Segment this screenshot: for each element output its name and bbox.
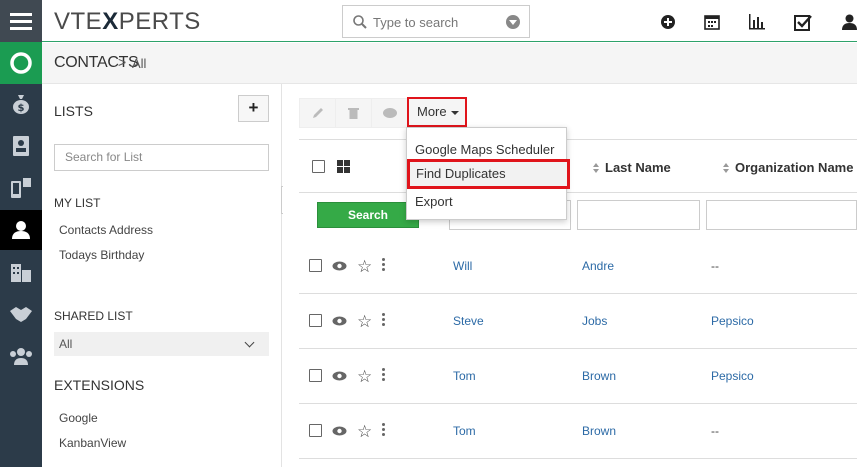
column-header-organization[interactable]: Organization Name	[723, 160, 853, 175]
column-header-last-name[interactable]: Last Name	[593, 160, 671, 175]
extension-item[interactable]: Google	[59, 411, 98, 425]
lists-sidebar: LISTS + Search for List MY LIST Contacts…	[42, 84, 282, 467]
chevron-down-icon	[244, 337, 255, 348]
filter-organization-input[interactable]	[706, 200, 857, 230]
search-button[interactable]: Search	[317, 202, 419, 228]
money-bag-icon[interactable]: $	[0, 84, 42, 124]
vtexperts-logo[interactable]: VTEXPERTS	[54, 8, 201, 36]
lists-heading: LISTS	[54, 103, 93, 119]
breadcrumb: CONTACTS > All	[42, 43, 857, 84]
organizations-icon[interactable]	[0, 252, 42, 292]
list-search-input[interactable]: Search for List	[54, 144, 269, 171]
organization-cell[interactable]: Pepsico	[711, 314, 754, 328]
eye-icon[interactable]	[332, 426, 347, 436]
more-label: More	[417, 104, 447, 119]
last-name-cell[interactable]: Andre	[582, 259, 614, 273]
comment-button[interactable]	[371, 98, 408, 128]
star-icon[interactable]: ☆	[357, 422, 372, 442]
first-name-cell[interactable]: Tom	[453, 369, 476, 383]
row-checkbox[interactable]	[309, 369, 322, 382]
row-checkbox[interactable]	[309, 314, 322, 327]
list-view: More Last Name Organization Name Search …	[283, 84, 857, 467]
last-name-cell[interactable]: Jobs	[582, 314, 607, 328]
first-name-cell[interactable]: Tom	[453, 424, 476, 438]
plus-circle-icon[interactable]	[660, 14, 676, 30]
organization-cell: --	[711, 259, 719, 273]
organization-cell: --	[711, 424, 719, 438]
organization-cell[interactable]: Pepsico	[711, 369, 754, 383]
menu-item-google-maps-scheduler[interactable]: Google Maps Scheduler	[415, 142, 554, 157]
left-nav-rail: $	[0, 0, 42, 467]
last-name-cell[interactable]: Brown	[582, 424, 616, 438]
filter-row: Search	[299, 194, 857, 239]
tasks-checkbox-icon[interactable]	[794, 14, 812, 32]
more-options-icon[interactable]	[382, 258, 385, 273]
row-checkbox[interactable]	[309, 424, 322, 437]
contacts-icon[interactable]	[0, 210, 42, 250]
sort-icon	[593, 163, 600, 173]
shared-list-heading: SHARED LIST	[54, 309, 133, 323]
menu-item-export[interactable]: Export	[415, 194, 453, 209]
shared-list-select[interactable]: All	[54, 332, 269, 356]
more-actions-button[interactable]: More	[407, 97, 467, 127]
more-options-icon[interactable]	[382, 368, 385, 383]
row-checkbox[interactable]	[309, 259, 322, 272]
eye-icon[interactable]	[332, 316, 347, 326]
table-row[interactable]: ☆ Will Andre --	[299, 239, 857, 294]
edit-button[interactable]	[299, 98, 336, 128]
eye-icon[interactable]	[332, 371, 347, 381]
star-icon[interactable]: ☆	[357, 367, 372, 387]
search-placeholder: Type to search	[373, 15, 459, 30]
table-header: Last Name Organization Name	[299, 139, 857, 193]
user-profile-icon[interactable]	[842, 14, 857, 30]
caret-down-icon	[450, 110, 459, 115]
comment-icon	[382, 107, 397, 118]
select-all-checkbox[interactable]	[312, 160, 325, 173]
calendar-icon[interactable]	[704, 14, 720, 30]
my-list-item[interactable]: Contacts Address	[59, 223, 153, 237]
bar-chart-icon[interactable]	[748, 14, 766, 30]
mobile-chart-icon[interactable]	[0, 168, 42, 208]
my-list-item[interactable]: Todays Birthday	[59, 248, 144, 262]
star-icon[interactable]: ☆	[357, 312, 372, 332]
grid-view-icon[interactable]	[337, 160, 350, 173]
menu-item-find-duplicates[interactable]: Find Duplicates	[407, 159, 570, 189]
search-dropdown-icon[interactable]	[506, 15, 520, 29]
eye-icon[interactable]	[332, 261, 347, 271]
more-actions-dropdown: Google Maps Scheduler Find Duplicates Ex…	[406, 127, 570, 220]
search-icon	[353, 15, 367, 29]
breadcrumb-separator: >	[118, 54, 127, 70]
first-name-cell[interactable]: Will	[453, 259, 472, 273]
my-list-heading: MY LIST	[54, 196, 101, 210]
breadcrumb-view[interactable]: All	[132, 56, 146, 71]
users-group-icon[interactable]	[0, 336, 42, 376]
star-icon[interactable]: ☆	[357, 257, 372, 277]
shared-list-selected: All	[59, 337, 73, 351]
table-row[interactable]: ☆ Tom Brown Pepsico	[299, 349, 857, 404]
sort-icon	[723, 163, 730, 173]
more-options-icon[interactable]	[382, 423, 385, 438]
top-header: VTEXPERTS Type to search	[42, 0, 857, 42]
more-options-icon[interactable]	[382, 313, 385, 328]
pencil-icon	[312, 108, 323, 118]
last-name-cell[interactable]: Brown	[582, 369, 616, 383]
global-search-input[interactable]: Type to search	[342, 5, 530, 38]
dashboard-icon[interactable]	[0, 42, 42, 84]
add-list-button[interactable]: +	[238, 95, 269, 122]
extension-item[interactable]: KanbanView	[59, 436, 126, 450]
menu-icon[interactable]	[0, 0, 42, 42]
first-name-cell[interactable]: Steve	[453, 314, 484, 328]
table-row[interactable]: ☆ Tom Brown --	[299, 404, 857, 459]
extensions-heading: EXTENSIONS	[54, 377, 145, 393]
handshake-icon[interactable]	[0, 294, 42, 334]
address-book-icon[interactable]	[0, 126, 42, 166]
svg-text:$: $	[18, 103, 25, 114]
table-row[interactable]: ☆ Steve Jobs Pepsico	[299, 294, 857, 349]
trash-icon	[348, 108, 359, 119]
filter-last-name-input[interactable]	[577, 200, 700, 230]
delete-button[interactable]	[335, 98, 372, 128]
find-duplicates-label: Find Duplicates	[416, 166, 506, 181]
